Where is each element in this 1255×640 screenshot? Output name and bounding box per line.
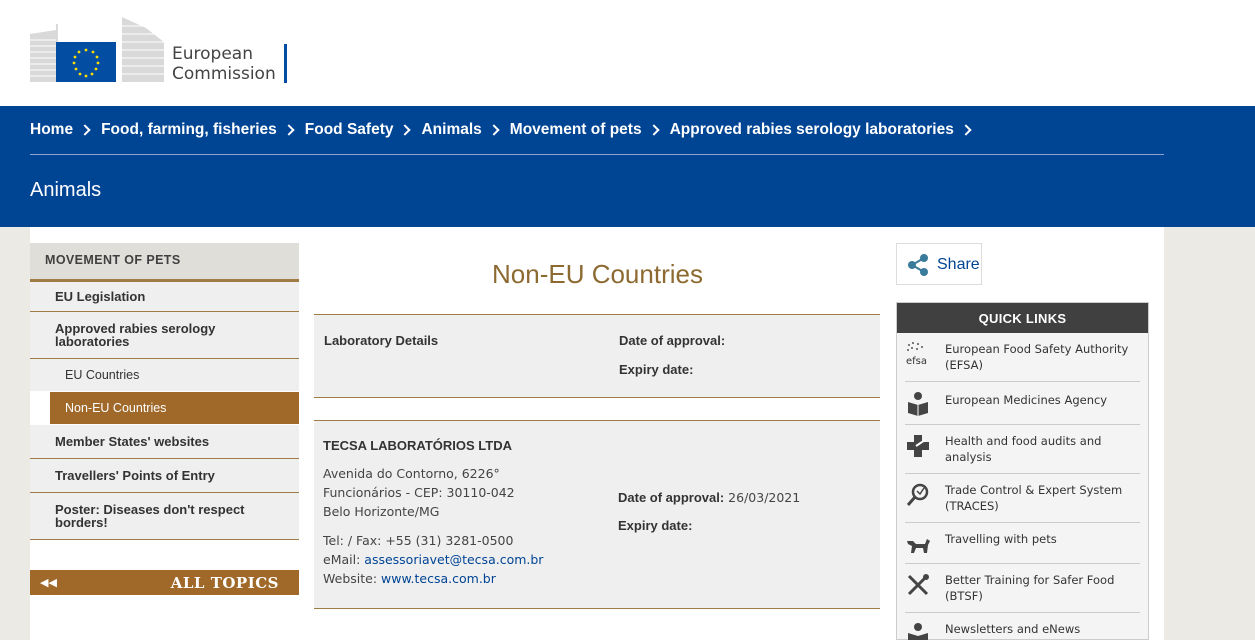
logo-line-1: European bbox=[172, 44, 253, 64]
magnifier-icon bbox=[906, 483, 929, 506]
lab-email-row: eMail: assessoriavet@tecsa.com.br bbox=[323, 550, 543, 569]
breadcrumb-food-farming-fisheries[interactable]: Food, farming, fisheries bbox=[101, 121, 295, 139]
dog-icon bbox=[907, 539, 930, 553]
quick-link-label: European Medicines Agency bbox=[945, 393, 1108, 407]
breadcrumb-animals[interactable]: Animals bbox=[421, 121, 500, 139]
quick-link-ema[interactable]: European Medicines Agency bbox=[905, 382, 1140, 425]
breadcrumb-food-safety[interactable]: Food Safety bbox=[304, 121, 412, 139]
address-line: Belo Horizonte/MG bbox=[323, 504, 440, 519]
logo-line-2: Commission bbox=[172, 64, 276, 84]
menu-item-approved-labs[interactable]: Approved rabies serology laboratories bbox=[30, 312, 299, 359]
page-title: Non-EU Countries bbox=[492, 259, 703, 289]
menu-item-eu-legislation[interactable]: EU Legislation bbox=[30, 282, 299, 312]
lab-approval: Date of approval: 26/03/2021 bbox=[618, 488, 800, 507]
quick-link-label: Travelling with pets bbox=[945, 532, 1057, 546]
site-navigation: Home Food, farming, fisheries Food Safet… bbox=[0, 106, 1255, 227]
logo-text: European Commission bbox=[172, 44, 276, 84]
lab-website-row: Website: www.tecsa.com.br bbox=[323, 569, 543, 588]
quick-link-traces[interactable]: Trade Control & Expert System (TRACES) bbox=[905, 474, 1140, 523]
chevron-right-icon bbox=[488, 124, 500, 136]
breadcrumb-label: Food, farming, fisheries bbox=[101, 121, 277, 138]
header-lab-details: Laboratory Details bbox=[324, 333, 439, 348]
menu-item-member-states-websites[interactable]: Member States' websites bbox=[30, 425, 299, 459]
medicines-icon bbox=[908, 392, 928, 416]
address-line: Avenida do Contorno, 6226° bbox=[323, 466, 500, 481]
menu-item-poster[interactable]: Poster: Diseases don't respect borders! bbox=[30, 493, 299, 540]
lab-address: Avenida do Contorno, 6226° Funcionários … bbox=[323, 464, 515, 521]
breadcrumb-home[interactable]: Home bbox=[30, 121, 91, 139]
lab-email-link[interactable]: assessoriavet@tecsa.com.br bbox=[364, 552, 543, 567]
left-menu-heading: MOVEMENT OF PETS bbox=[30, 243, 299, 282]
quick-links-heading: QUICK LINKS bbox=[897, 303, 1148, 333]
breadcrumb-label: Approved rabies serology laboratories bbox=[669, 121, 954, 138]
share-label: Share bbox=[937, 256, 980, 273]
table-row: TECSA LABORATÓRIOS LTDA Avenida do Conto… bbox=[314, 420, 880, 609]
european-commission-logo[interactable]: European Commission bbox=[30, 16, 290, 86]
chevron-right-icon bbox=[79, 124, 91, 136]
approval-date: 26/03/2021 bbox=[728, 490, 801, 505]
ec-flag-icon bbox=[30, 17, 164, 82]
header-date-of-approval: Date of approval: bbox=[619, 333, 726, 348]
double-arrow-left-icon: ◀◀ bbox=[40, 576, 57, 589]
chevron-right-icon bbox=[960, 124, 972, 136]
quick-link-label: Better Training for Safer Food (BTSF) bbox=[945, 573, 1115, 603]
quick-link-newsletters[interactable]: Newsletters and eNews bbox=[905, 613, 1140, 640]
chevron-right-icon bbox=[399, 124, 412, 136]
table-header: Laboratory Details Date of approval: Exp… bbox=[314, 314, 880, 398]
lab-expiry-label: Expiry date: bbox=[618, 518, 693, 533]
quick-link-label: Health and food audits and analysis bbox=[945, 434, 1102, 464]
health-cross-icon bbox=[907, 435, 929, 457]
address-line: Funcionários - CEP: 30110-042 bbox=[323, 485, 515, 500]
approval-label: Date of approval: bbox=[618, 490, 725, 505]
quick-link-label: European Food Safety Authority (EFSA) bbox=[945, 342, 1129, 372]
breadcrumb-rabies-labs[interactable]: Approved rabies serology laboratories bbox=[669, 121, 972, 139]
breadcrumb-label: Home bbox=[30, 121, 74, 138]
page-content: MOVEMENT OF PETS EU Legislation Approved… bbox=[30, 227, 1164, 640]
page-section-title: Animals bbox=[30, 179, 102, 201]
breadcrumb-movement-of-pets[interactable]: Movement of pets bbox=[509, 121, 660, 139]
website-label: Website: bbox=[323, 571, 382, 586]
chevron-right-icon bbox=[283, 124, 295, 136]
quick-link-audits[interactable]: Health and food audits and analysis bbox=[905, 425, 1140, 474]
share-button[interactable]: Share bbox=[896, 243, 982, 285]
nav-divider bbox=[30, 154, 1164, 155]
breadcrumb: Home Food, farming, fisheries Food Safet… bbox=[30, 106, 982, 154]
lab-contacts: Tel: / Fax: +55 (31) 3281-0500 eMail: as… bbox=[323, 531, 543, 588]
lab-name: TECSA LABORATÓRIOS LTDA bbox=[323, 438, 512, 453]
menu-item-non-eu-countries[interactable]: Non-EU Countries bbox=[50, 392, 299, 425]
svg-text:efsa: efsa bbox=[906, 356, 927, 367]
quick-link-travelling-pets[interactable]: Travelling with pets bbox=[905, 523, 1140, 564]
all-topics-button[interactable]: ◀◀ ALL TOPICS bbox=[30, 570, 299, 595]
lab-website-link[interactable]: www.tecsa.com.br bbox=[381, 571, 496, 586]
site-header: European Commission bbox=[0, 0, 1255, 106]
email-label: eMail: bbox=[323, 552, 365, 567]
share-icon bbox=[908, 254, 928, 276]
header-expiry-date: Expiry date: bbox=[619, 362, 694, 377]
all-topics-label: ALL TOPICS bbox=[170, 574, 279, 592]
breadcrumb-label: Animals bbox=[421, 121, 482, 138]
menu-item-points-of-entry[interactable]: Travellers' Points of Entry bbox=[30, 459, 299, 493]
breadcrumb-label: Food Safety bbox=[304, 121, 394, 138]
cutlery-icon bbox=[907, 574, 929, 596]
quick-link-label: Newsletters and eNews bbox=[945, 622, 1081, 636]
efsa-icon: efsa bbox=[906, 342, 927, 367]
chevron-right-icon bbox=[647, 124, 660, 136]
left-menu: MOVEMENT OF PETS EU Legislation Approved… bbox=[30, 243, 299, 540]
newsletter-icon bbox=[908, 623, 928, 640]
lab-telephone: Tel: / Fax: +55 (31) 3281-0500 bbox=[323, 533, 514, 548]
quick-link-btsf[interactable]: Better Training for Safer Food (BTSF) bbox=[905, 564, 1140, 613]
breadcrumb-label: Movement of pets bbox=[509, 121, 642, 138]
quick-link-efsa[interactable]: efsa European Food Safety Authority (EFS… bbox=[905, 333, 1140, 382]
quick-link-label: Trade Control & Expert System (TRACES) bbox=[945, 483, 1123, 513]
quick-links-panel: QUICK LINKS efsa European Food Safety Au… bbox=[896, 302, 1149, 640]
menu-item-eu-countries[interactable]: EU Countries bbox=[30, 359, 299, 392]
logo-divider bbox=[284, 44, 287, 83]
